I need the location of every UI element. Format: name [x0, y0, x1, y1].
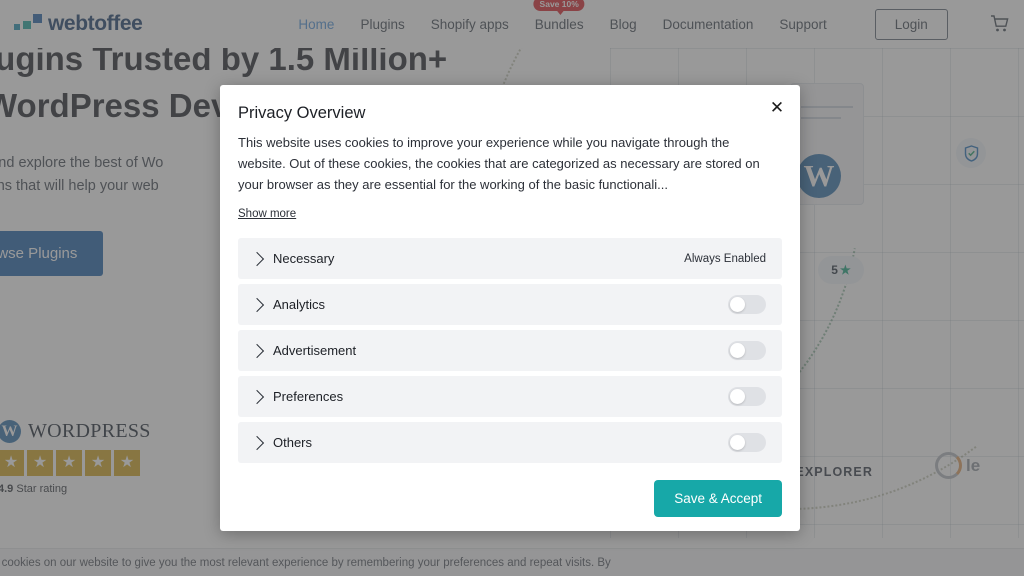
cookie-category-control — [728, 387, 766, 407]
cookie-category-others[interactable]: Others — [238, 422, 782, 464]
screenshot-root: W 5 ★ lugins Trusted by 1.5 Million+ Wor… — [0, 0, 1024, 576]
others-toggle[interactable] — [728, 433, 766, 453]
chevron-right-icon — [249, 343, 265, 358]
cookie-category-control — [728, 341, 766, 361]
cookie-category-label: Preferences — [273, 389, 344, 405]
analytics-toggle[interactable] — [728, 295, 766, 315]
cookie-category-label: Analytics — [273, 297, 326, 313]
cookie-category-preferences[interactable]: Preferences — [238, 376, 782, 418]
cookie-category-control: Always Enabled — [684, 253, 766, 265]
chevron-right-icon — [249, 389, 265, 404]
cookie-category-analytics[interactable]: Analytics — [238, 284, 782, 326]
cookie-category-control — [728, 433, 766, 453]
cookie-category-label: Necessary — [273, 251, 335, 267]
preferences-toggle[interactable] — [728, 387, 766, 407]
chevron-right-icon — [249, 435, 265, 450]
show-more-link[interactable]: Show more — [238, 208, 296, 220]
cookie-category-advertisement[interactable]: Advertisement — [238, 330, 782, 372]
page-title: Privacy Overview — [238, 104, 366, 122]
chevron-right-icon — [249, 297, 265, 312]
save-and-accept-button[interactable]: Save & Accept — [654, 480, 782, 517]
close-icon[interactable]: ✕ — [766, 96, 788, 118]
status-badge: Always Enabled — [684, 252, 766, 265]
cookie-category-control — [728, 295, 766, 315]
cookie-category-label: Advertisement — [273, 343, 357, 359]
privacy-description: This website uses cookies to improve you… — [238, 135, 760, 192]
chevron-right-icon — [249, 251, 265, 266]
privacy-overview-modal: ✕ Privacy Overview This website uses coo… — [220, 85, 800, 531]
cookie-category-label: Others — [273, 435, 313, 451]
advertisement-toggle[interactable] — [728, 341, 766, 361]
cookie-category-necessary[interactable]: Necessary Always Enabled — [238, 238, 782, 280]
cookie-category-list: Necessary Always Enabled Analytics Adver… — [238, 238, 782, 464]
modal-footer: Save & Accept — [654, 480, 782, 517]
